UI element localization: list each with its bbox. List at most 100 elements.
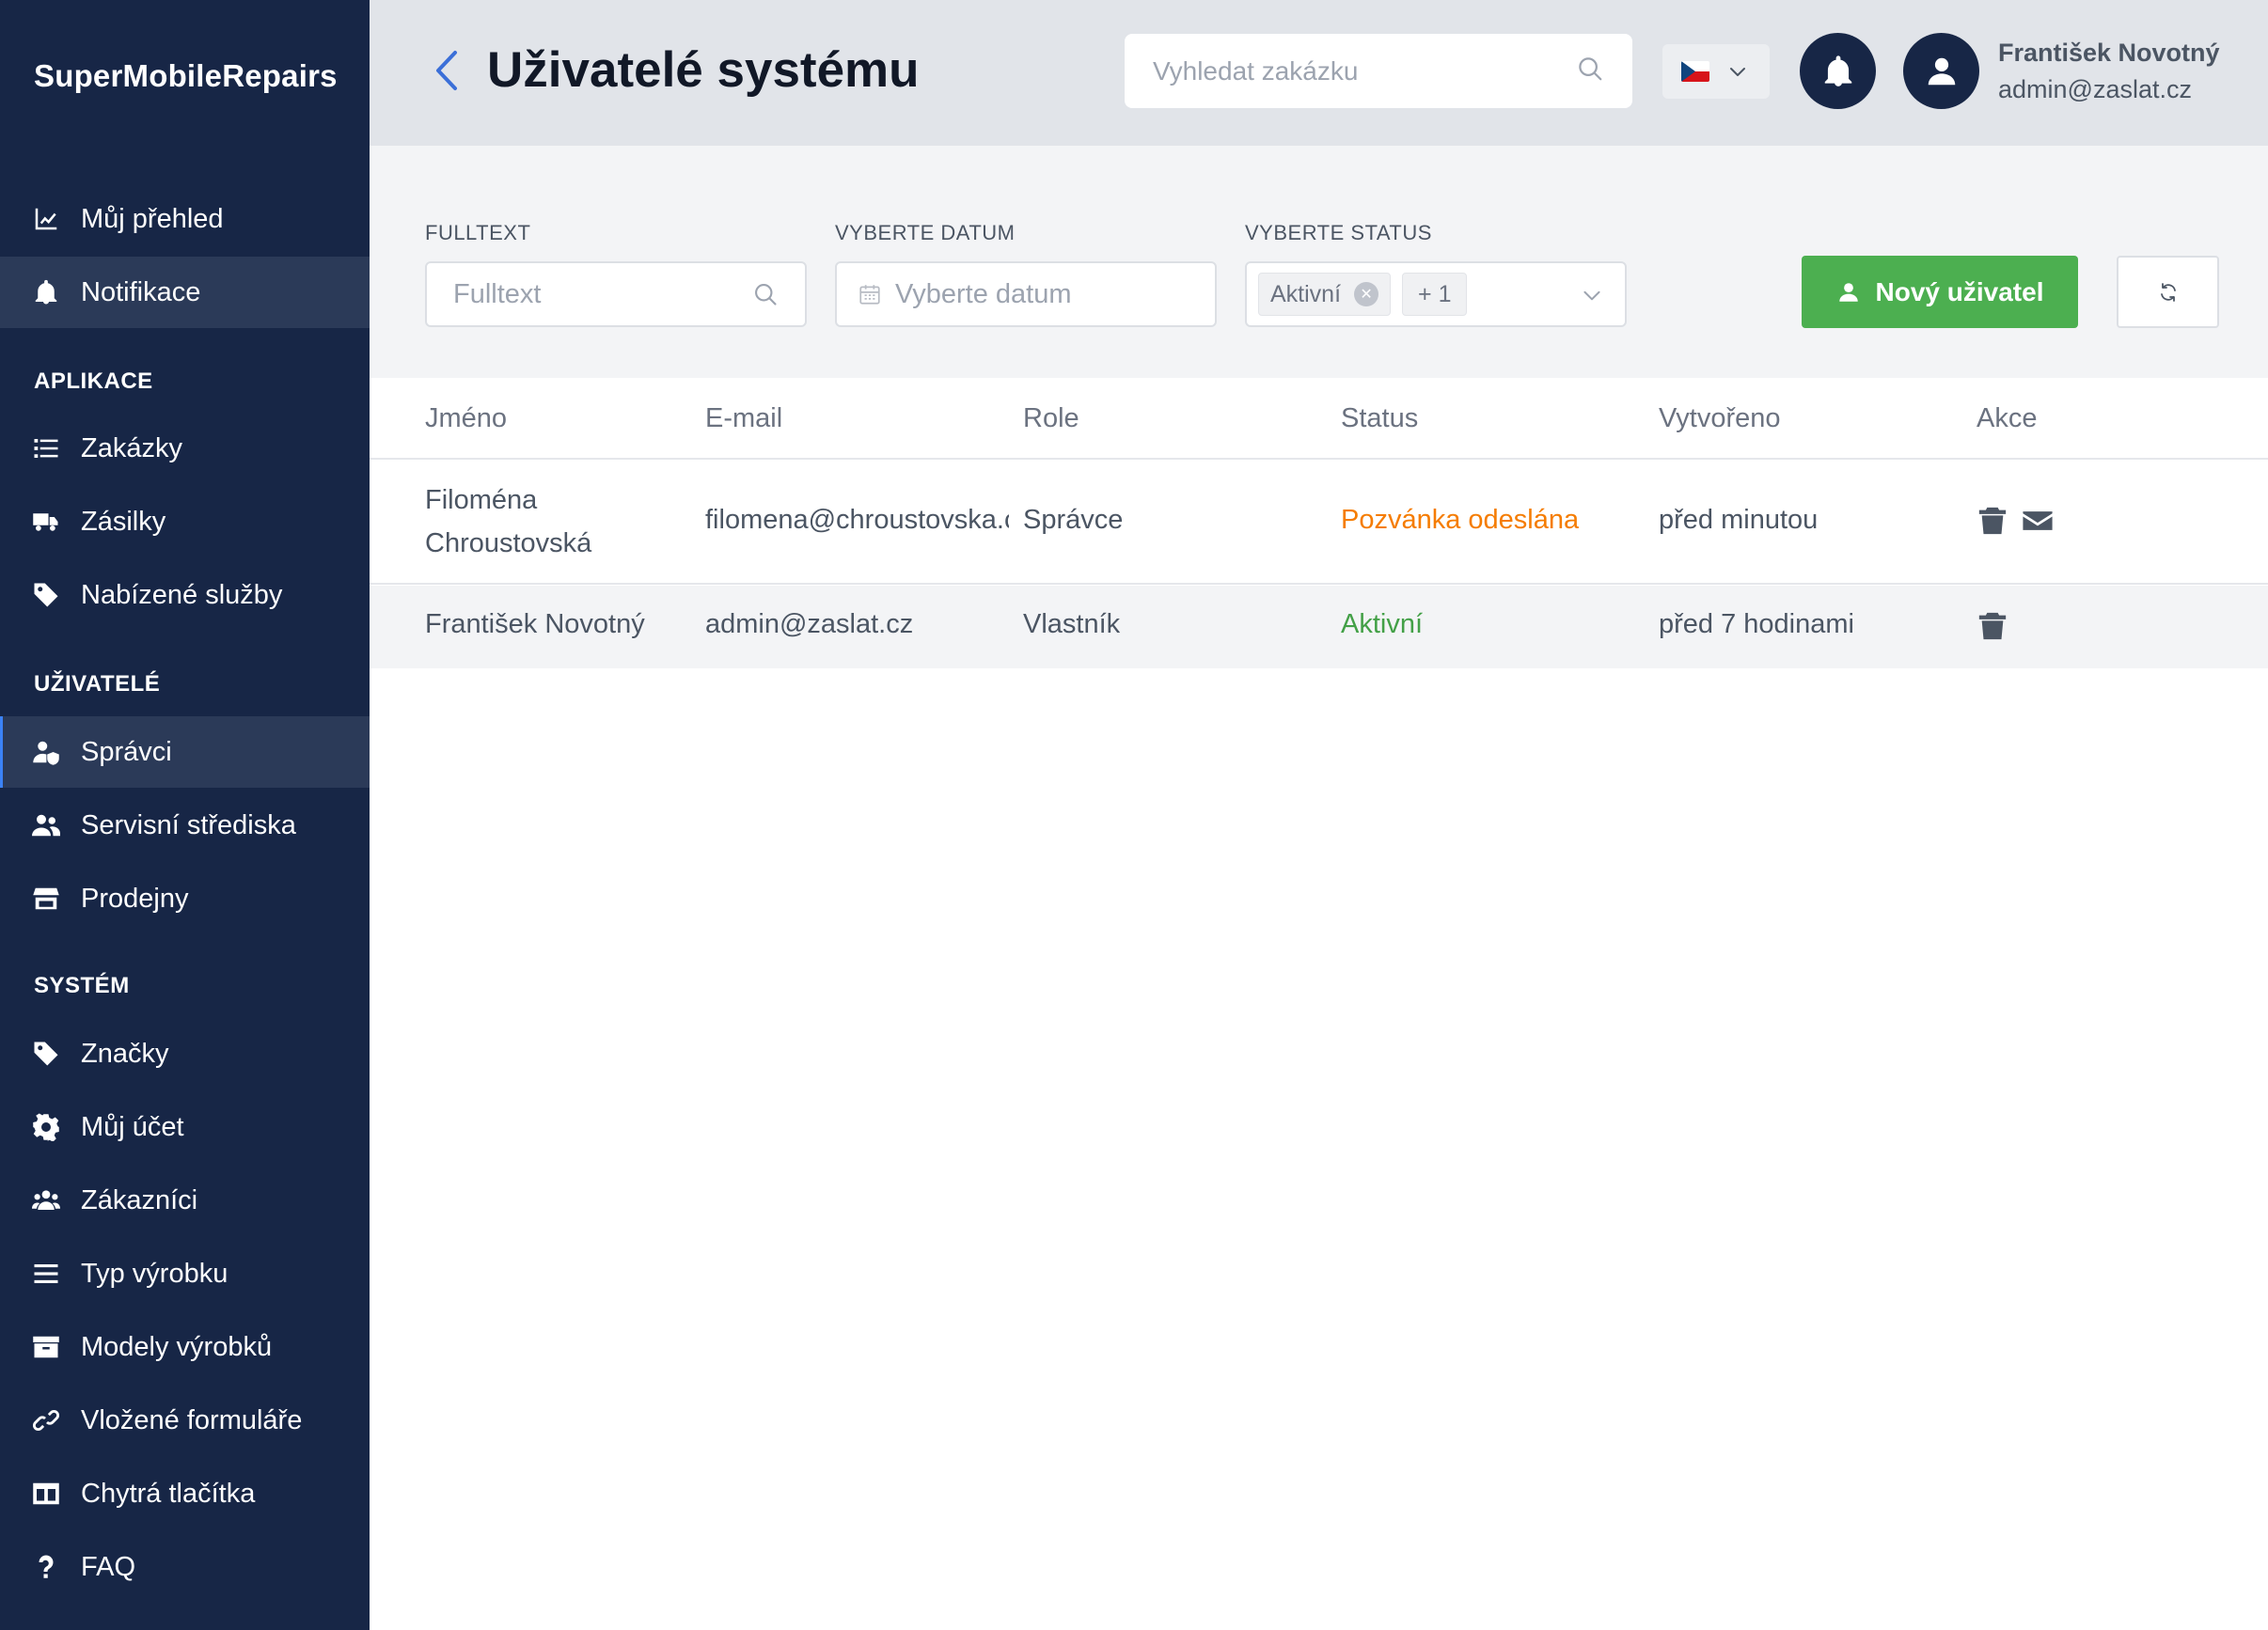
trash-icon[interactable] [1977,505,2008,537]
sidebar-item-product-models[interactable]: Modely výrobků [0,1311,370,1383]
name-line: Chroustovská [425,528,592,558]
brand-logo[interactable]: SuperMobileRepairs [34,58,338,94]
status-badge: Aktivní [1341,609,1424,639]
search-icon [1576,55,1604,87]
date-label: VYBERTE DATUM [835,221,1016,244]
sidebar-item-label: Značky [81,1038,169,1069]
user-name: František Novotný [1998,39,2220,67]
question-icon [30,1551,62,1583]
envelope-icon[interactable] [2022,505,2054,537]
sidebar-item-embedded-forms[interactable]: Vložené formuláře [0,1385,370,1456]
status-label: VYBERTE STATUS [1245,221,1432,244]
sidebar-item-admins[interactable]: Správci [0,716,370,788]
user-shield-icon [30,736,62,768]
fulltext-label: FULLTEXT [425,221,531,244]
created-cell: před minutou [1659,505,1819,535]
sidebar-item-stores[interactable]: Prodejny [0,863,370,934]
status-tag: Aktivní ✕ [1258,273,1392,316]
trash-icon[interactable] [1977,610,2008,642]
sidebar-item-label: Vložené formuláře [81,1404,303,1435]
sidebar-item-service-centers[interactable]: Servisní střediska [0,790,370,861]
gear-icon [30,1111,62,1143]
sidebar-item-label: Servisní střediska [81,809,296,840]
chevron-left-icon [436,51,457,90]
sidebar-item-notifications[interactable]: Notifikace [0,257,370,328]
sidebar-item-orders[interactable]: Zakázky [0,413,370,484]
sidebar: SuperMobileRepairs Můj přehled Notifikac… [0,0,370,1630]
tag-icon [30,1038,62,1070]
sidebar-item-label: Modely výrobků [81,1331,273,1362]
sidebar-item-services[interactable]: Nabízené služby [0,559,370,631]
status-select[interactable]: Aktivní ✕ + 1 [1245,261,1627,327]
name-line: Filoména [425,485,538,515]
sidebar-item-label: Zákazníci [81,1184,198,1215]
new-user-label: Nový uživatel [1875,276,2044,306]
column-header-name[interactable]: Jméno [425,403,507,434]
created-cell: před 7 hodinami [1659,609,1854,639]
sidebar-item-product-types[interactable]: Typ výrobku [0,1238,370,1309]
link-icon [30,1404,62,1436]
role-cell: Správce [1023,505,1124,535]
sidebar-section-title: SYSTÉM [34,973,130,998]
column-header-actions: Akce [1977,403,2038,433]
sidebar-item-label: Můj přehled [81,203,224,234]
sidebar-item-my-account[interactable]: Můj účet [0,1091,370,1163]
sidebar-item-label: Chytrá tlačítka [81,1478,256,1509]
table-row[interactable]: František Novotný admin@zaslat.cz Vlastn… [370,586,2268,668]
column-header-status[interactable]: Status [1341,403,1418,434]
close-icon[interactable]: ✕ [1354,282,1379,306]
sidebar-item-smart-buttons[interactable]: Chytrá tlačítka [0,1458,370,1529]
columns-icon [30,1478,62,1510]
column-header-role[interactable]: Role [1023,403,1079,434]
bell-icon [1824,55,1851,86]
sidebar-item-customers[interactable]: Zákazníci [0,1165,370,1236]
language-select[interactable] [1662,44,1770,99]
sidebar-item-label: Nabízené služby [81,579,283,610]
chart-line-icon [30,203,62,235]
sidebar-item-dashboard[interactable]: Můj přehled [0,183,370,255]
search-input[interactable] [1153,55,1576,86]
sidebar-item-label: Notifikace [81,276,201,307]
back-button[interactable] [433,49,461,92]
sidebar-item-label: Zakázky [81,432,182,463]
notifications-button[interactable] [1800,33,1876,109]
list-icon [30,432,62,464]
date-placeholder: Vyberte datum [895,278,1072,309]
date-picker[interactable]: Vyberte datum [835,261,1217,327]
sidebar-section-title: UŽIVATELÉ [34,671,161,697]
new-user-button[interactable]: Nový uživatel [1802,256,2078,328]
table-row[interactable]: Filoména Chroustovská filomena@chroustov… [370,460,2268,585]
truck-icon [30,506,62,538]
fulltext-input[interactable]: Fulltext [425,261,807,327]
sidebar-item-label: Zásilky [81,506,166,537]
user-avatar[interactable] [1903,33,1979,109]
refresh-icon [2160,282,2176,302]
user-name-cell: František Novotný [425,609,645,639]
user-name-cell: Filoména Chroustovská [425,478,591,565]
archive-icon [30,1331,62,1363]
sidebar-section-title: APLIKACE [34,368,153,394]
role-cell: Vlastník [1023,609,1121,639]
sidebar-item-brands[interactable]: Značky [0,1018,370,1089]
sidebar-item-label: Správci [81,736,172,767]
tag-icon [30,579,62,611]
chevron-down-icon [1583,290,1600,301]
search-icon [755,284,777,306]
chevron-down-icon [1730,68,1745,76]
calendar-icon [859,285,880,305]
order-search[interactable] [1125,34,1632,108]
column-header-email[interactable]: E-mail [705,403,782,434]
bell-icon [30,276,62,308]
status-badge: Pozvánka odeslána [1341,505,1580,535]
sidebar-item-faq[interactable]: FAQ [0,1531,370,1603]
column-header-created[interactable]: Vytvořeno [1659,403,1781,434]
user-icon [1838,282,1858,302]
sidebar-item-label: FAQ [81,1551,136,1582]
refresh-button[interactable] [2117,256,2219,328]
sidebar-item-shipments[interactable]: Zásilky [0,486,370,557]
czech-flag-icon [1681,61,1709,82]
email-cell: admin@zaslat.cz [705,609,914,639]
sidebar-item-label: Typ výrobku [81,1258,228,1289]
email-cell: filomena@chroustovska.cz [705,505,1009,535]
status-more-tag: + 1 [1402,273,1468,316]
